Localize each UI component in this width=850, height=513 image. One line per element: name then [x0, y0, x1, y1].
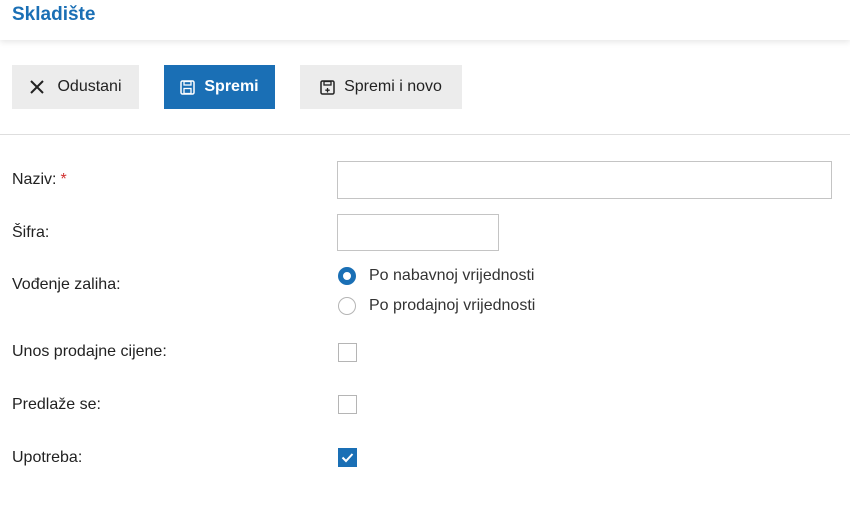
unos-prodajne-cijene-checkbox[interactable] [338, 343, 357, 362]
page-header: Skladište [0, 0, 850, 40]
upotreba-checkbox[interactable] [338, 448, 357, 467]
toolbar: Odustani Spremi Spremi i novo [0, 40, 850, 135]
save-button[interactable]: Spremi [164, 65, 275, 109]
sifra-label: Šifra: [12, 224, 50, 241]
radio-option-label: Po nabavnoj vrijednosti [369, 267, 535, 284]
predlaze-se-checkbox[interactable] [338, 395, 357, 414]
cancel-button[interactable]: Odustani [12, 65, 139, 109]
naziv-input[interactable] [337, 161, 832, 199]
save-and-new-button[interactable]: Spremi i novo [300, 65, 462, 109]
naziv-label: Naziv: * [12, 171, 67, 189]
sifra-input[interactable] [337, 214, 499, 251]
check-icon [341, 453, 354, 463]
radio-button[interactable] [338, 297, 356, 315]
save-and-new-button-label: Spremi i novo [344, 78, 442, 95]
predlaze-se-label: Predlaže se: [12, 396, 101, 413]
radio-option-label: Po prodajnoj vrijednosti [369, 297, 536, 314]
floppy-disk-plus-icon [320, 79, 335, 95]
radio-button-selected[interactable] [338, 267, 356, 285]
page-title: Skladište [12, 4, 96, 25]
save-button-label: Spremi [204, 78, 259, 95]
close-icon [29, 79, 45, 95]
cancel-button-label: Odustani [57, 78, 122, 95]
required-marker: * [60, 171, 67, 188]
floppy-disk-icon [180, 79, 196, 95]
naziv-label-text: Naziv: [12, 171, 57, 188]
vodenje-zaliha-label: Vođenje zaliha: [12, 276, 121, 293]
radio-option-nabavna[interactable]: Po nabavnoj vrijednosti [338, 267, 534, 285]
upotreba-label: Upotreba: [12, 449, 83, 466]
unos-prodajne-cijene-label: Unos prodajne cijene: [12, 343, 167, 360]
radio-option-prodajna[interactable]: Po prodajnoj vrijednosti [338, 297, 535, 315]
